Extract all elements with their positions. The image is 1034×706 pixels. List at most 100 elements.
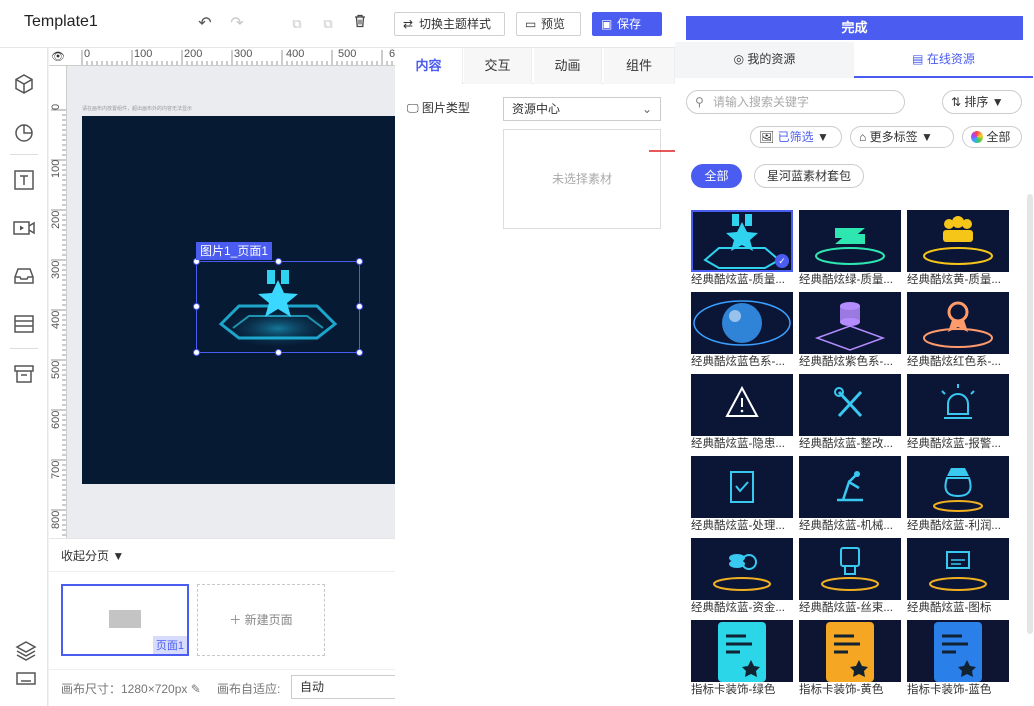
resource-card[interactable]: 经典酷炫蓝-报警... [907,374,1009,452]
plus-icon: ＋ [229,613,242,627]
resource-thumbnail[interactable] [907,620,1009,682]
sort-button[interactable]: ⇅ 排序 ▼ [942,90,1022,114]
category-galaxy-blue-pack[interactable]: 星河蓝素材套包 [754,164,864,188]
resource-thumbnail[interactable] [691,620,793,682]
resource-caption: 经典酷炫蓝-整改... [799,438,893,450]
resource-card[interactable]: 经典酷炫蓝-隐患... [691,374,793,452]
ruler-tick-label: 100 [50,159,62,178]
archive-icon[interactable] [12,362,36,386]
redo-icon[interactable]: ↷ [227,14,247,34]
resource-card[interactable]: 指标卡装饰-黄色 [799,620,901,698]
edit-icon[interactable]: ✎ [191,682,201,696]
resource-thumbnail[interactable] [907,538,1009,600]
resource-thumbnail[interactable] [799,374,901,436]
copy-icon[interactable]: ⧉ [287,14,307,34]
save-button[interactable]: ▣ 保存 [592,12,662,36]
resource-card[interactable]: 经典酷炫蓝-机械... [799,456,901,534]
more-tags-button[interactable]: ⌂ 更多标签 ▼ [850,126,954,148]
resource-card[interactable]: ✓ 经典酷炫蓝-质量... [691,210,793,288]
selection-box[interactable] [196,261,360,353]
resource-card[interactable]: 经典酷炫蓝-图标 [907,538,1009,616]
resource-caption: 经典酷炫蓝-质量... [691,274,785,286]
paste-icon[interactable]: ⧉ [318,14,338,34]
tab-interaction[interactable]: 交互 [464,48,532,84]
keyboard-icon[interactable] [14,666,36,686]
inbox-icon[interactable] [12,264,36,288]
tab-my-resources[interactable]: ◎ 我的资源 [675,42,854,78]
resource-card[interactable]: 经典酷炫紫色系-... [799,292,901,370]
top-bar: Template1 ↶ ↷ ⧉ ⧉ ⇄ 切换主题样式 ▭ 预览 ▣ 保存 [0,0,680,48]
image-placeholder[interactable]: 未选择素材 [503,129,661,229]
collapse-pages-toggle[interactable]: 收起分页 ▼ [61,547,124,564]
resize-handle[interactable] [356,258,363,265]
resource-thumbnail[interactable] [691,374,793,436]
resize-handle[interactable] [356,349,363,356]
resource-thumbnail[interactable] [907,292,1009,354]
table-icon[interactable] [12,312,36,336]
page-thumbnail[interactable]: 页面1 [61,584,189,656]
delete-icon[interactable] [350,14,370,34]
color-wheel-icon [971,131,983,143]
caret-down-icon: ▼ [112,549,125,563]
color-filter-button[interactable]: 全部 [962,126,1022,148]
resource-card[interactable]: 指标卡装饰-蓝色 [907,620,1009,698]
tab-content[interactable]: 内容 [395,48,463,84]
resource-thumbnail[interactable] [799,620,901,682]
new-page-button[interactable]: ＋ 新建页面 [197,584,325,656]
resource-card[interactable]: 经典酷炫绿-质量... [799,210,901,288]
resize-handle[interactable] [193,349,200,356]
resource-card[interactable]: 经典酷炫蓝-丝束... [799,538,901,616]
scrollbar[interactable] [1027,194,1033,634]
resource-card[interactable]: 经典酷炫蓝-整改... [799,374,901,452]
resource-thumbnail[interactable] [799,292,901,354]
resource-caption: 经典酷炫绿-质量... [799,274,893,286]
coins-icon [691,538,793,600]
eye-icon[interactable]: 👁 [51,50,65,63]
resize-handle[interactable] [356,303,363,310]
resource-card[interactable]: 经典酷炫蓝-利润... [907,456,1009,534]
resource-card[interactable]: 经典酷炫黄-质量... [907,210,1009,288]
resource-caption: 经典酷炫红色系-... [907,356,1001,368]
resource-thumbnail[interactable] [691,456,793,518]
image-type-select[interactable]: 资源中心 ⌄ [503,97,661,121]
layers-icon[interactable] [14,638,37,661]
divider [10,348,38,349]
resource-thumbnail[interactable] [799,456,901,518]
ruler-tick-label: 400 [50,310,62,329]
resource-thumbnail[interactable] [799,210,901,272]
preview-button[interactable]: ▭ 预览 [516,12,581,36]
tab-online-resources[interactable]: ▤ 在线资源 [854,42,1033,78]
tab-component[interactable]: 组件 [604,48,675,84]
resource-card[interactable]: 经典酷炫蓝-资金... [691,538,793,616]
resize-handle[interactable] [193,303,200,310]
category-all[interactable]: 全部 [691,164,742,188]
undo-icon[interactable]: ↶ [195,14,215,34]
text-icon[interactable] [12,168,36,192]
resource-thumbnail[interactable] [907,456,1009,518]
canvas-fit-select[interactable]: 自动 [291,675,401,699]
resize-handle[interactable] [275,258,282,265]
resource-card[interactable]: 经典酷炫蓝色系-... [691,292,793,370]
resource-thumbnail[interactable]: ✓ [691,210,793,272]
resize-handle[interactable] [275,349,282,356]
switch-theme-button[interactable]: ⇄ 切换主题样式 [394,12,505,36]
chart-pie-icon[interactable] [12,120,36,144]
cube-icon[interactable] [12,72,36,96]
resource-thumbnail[interactable] [907,210,1009,272]
ruler-tick-label: 500 [50,360,62,379]
done-button[interactable]: 完成 [686,16,1023,40]
resource-thumbnail[interactable] [907,374,1009,436]
spool-icon [799,538,901,600]
resource-card[interactable]: 经典酷炫蓝-处理... [691,456,793,534]
resource-thumbnail[interactable] [691,538,793,600]
video-icon[interactable] [12,216,36,240]
resource-thumbnail[interactable] [799,538,901,600]
resource-thumbnail[interactable] [691,292,793,354]
filter-button[interactable]: 🖼 已筛选 ▼ [750,126,842,148]
tab-animation[interactable]: 动画 [534,48,602,84]
user-circle-icon: ◎ [733,52,745,66]
resource-panel: 完成 ◎ 我的资源 ▤ 在线资源 ⚲ 请输入搜索关键字 ⇅ 排序 ▼ 🖼 已筛选 … [675,0,1034,706]
resource-card[interactable]: 经典酷炫红色系-... [907,292,1009,370]
resource-card[interactable]: 指标卡装饰-绿色 [691,620,793,698]
search-input[interactable]: ⚲ 请输入搜索关键字 [686,90,905,114]
